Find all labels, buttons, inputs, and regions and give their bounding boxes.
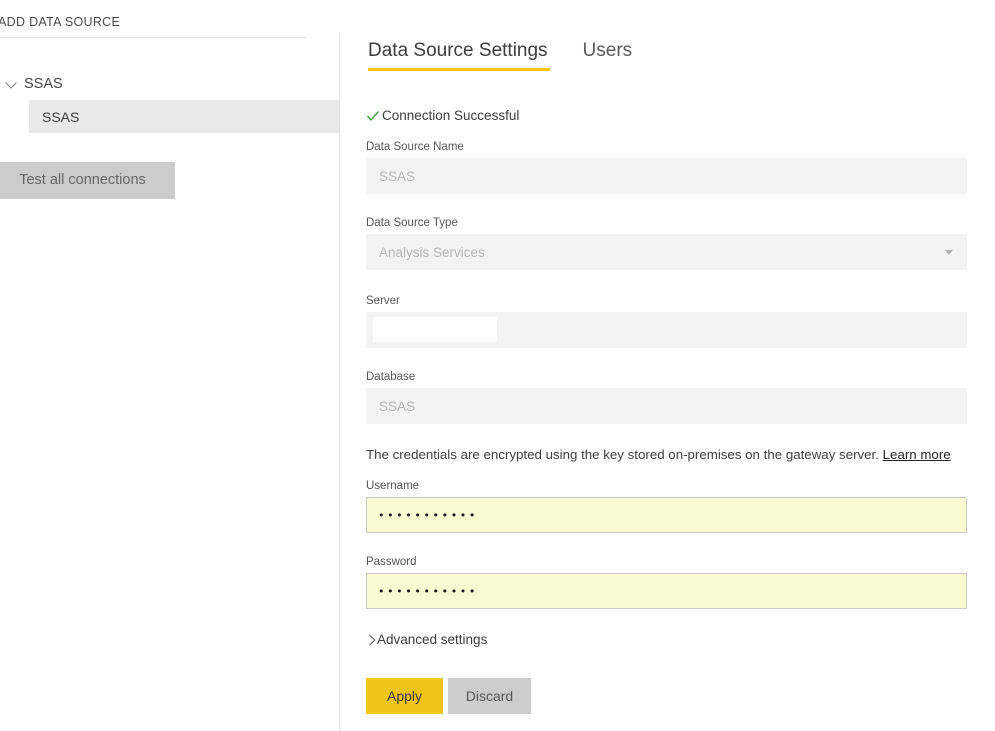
server-label: Server (366, 295, 400, 307)
field-server: Server (366, 295, 967, 348)
sidebar-item-label: SSAS (42, 108, 80, 125)
sidebar-item-ssas[interactable]: SSAS (29, 100, 340, 133)
database-value: SSAS (379, 398, 416, 414)
data-source-settings-panel: Data Source Settings Users Connection Su… (340, 0, 995, 731)
connection-status: Connection Successful (366, 108, 519, 123)
password-value: ••••••••••• (378, 584, 478, 598)
username-input[interactable]: ••••••••••• (366, 497, 967, 533)
data-source-type-label: Data Source Type (366, 217, 458, 229)
database-label: Database (366, 371, 416, 383)
field-username: Username ••••••••••• (366, 480, 967, 533)
action-button-group: Apply Discard (366, 678, 531, 714)
tab-data-source-settings[interactable]: Data Source Settings (368, 40, 550, 71)
page-title: ADD DATA SOURCE (0, 15, 121, 29)
learn-more-link[interactable]: Learn more (883, 447, 951, 462)
sidebar-group-ssas[interactable]: SSAS (0, 71, 339, 96)
data-source-type-select[interactable]: Analysis Services (366, 234, 967, 270)
server-value-redaction (373, 317, 497, 342)
username-value: ••••••••••• (378, 508, 478, 522)
sidebar-group-label: SSAS (24, 75, 63, 92)
test-all-connections-button[interactable]: Test all connections (0, 162, 175, 199)
field-data-source-name: Data Source Name SSAS (366, 141, 967, 194)
tab-bar: Data Source Settings Users (368, 40, 632, 76)
password-input[interactable]: ••••••••••• (366, 573, 967, 609)
advanced-settings-label: Advanced settings (377, 632, 488, 647)
sidebar-divider (0, 37, 306, 38)
data-source-name-label: Data Source Name (366, 141, 464, 153)
credentials-note-text: The credentials are encrypted using the … (366, 447, 879, 462)
advanced-settings-toggle[interactable]: Advanced settings (365, 632, 487, 647)
chevron-down-icon[interactable] (945, 250, 953, 255)
field-password: Password ••••••••••• (366, 556, 967, 609)
connection-status-label: Connection Successful (382, 108, 520, 123)
chevron-right-icon[interactable] (365, 633, 376, 646)
credentials-note: The credentials are encrypted using the … (366, 447, 986, 462)
apply-button[interactable]: Apply (366, 678, 443, 714)
chevron-down-icon[interactable] (6, 77, 19, 90)
password-label: Password (366, 556, 417, 568)
data-source-sidebar: ADD DATA SOURCE SSAS SSAS Test all conne… (0, 0, 340, 731)
data-source-type-value: Analysis Services (379, 244, 485, 260)
server-input[interactable] (366, 312, 967, 348)
field-data-source-type: Data Source Type Analysis Services (366, 217, 967, 270)
data-source-name-input[interactable]: SSAS (366, 158, 967, 194)
discard-button[interactable]: Discard (448, 678, 531, 714)
field-database: Database SSAS (366, 371, 967, 424)
tab-users[interactable]: Users (583, 40, 633, 71)
database-input[interactable]: SSAS (366, 388, 967, 424)
data-source-name-value: SSAS (379, 168, 416, 184)
username-label: Username (366, 480, 420, 492)
check-icon (366, 109, 380, 123)
